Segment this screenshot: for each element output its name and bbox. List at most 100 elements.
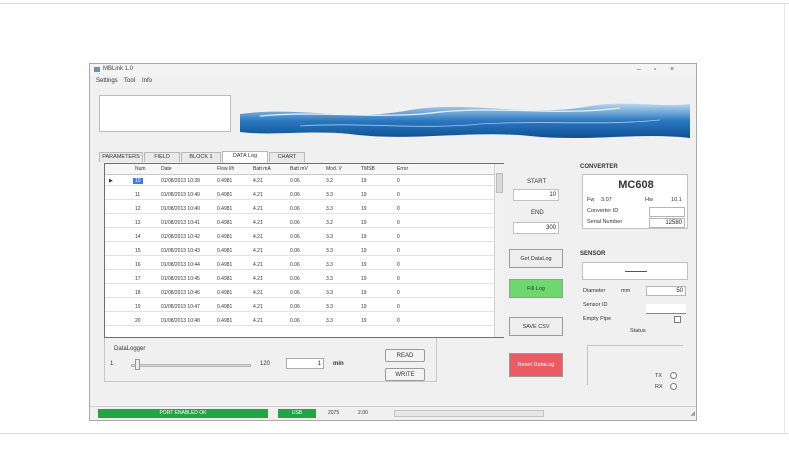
read-button[interactable]: READ bbox=[385, 349, 425, 362]
table-cell[interactable]: 0.06 bbox=[290, 276, 300, 282]
table-cell[interactable]: 19 bbox=[361, 290, 367, 296]
table-cell[interactable]: 01/08/2013 10:43 bbox=[161, 248, 200, 254]
table-cell[interactable]: 3.3 bbox=[326, 206, 333, 212]
table-row[interactable]: 13 01/08/2013 10:41 0.4981 4.21 0.06 3.2… bbox=[105, 218, 499, 228]
fill-log-button[interactable]: Fill Log bbox=[509, 279, 563, 298]
column-header[interactable]: Flow l/h bbox=[217, 166, 234, 172]
table-cell[interactable]: 01/08/2013 10:48 bbox=[161, 318, 200, 324]
table-cell[interactable]: 0.4981 bbox=[217, 290, 232, 296]
table-cell[interactable]: 01/08/2013 10:39 bbox=[161, 178, 200, 184]
table-cell[interactable]: 0.06 bbox=[290, 178, 300, 184]
table-cell[interactable]: 12 bbox=[135, 206, 141, 212]
table-cell[interactable]: 0.4981 bbox=[217, 206, 232, 212]
table-cell[interactable]: 3.3 bbox=[326, 304, 333, 310]
table-cell[interactable]: 0.06 bbox=[290, 318, 300, 324]
table-cell[interactable]: 01/08/2013 10:40 bbox=[161, 206, 200, 212]
maximize-icon[interactable]: ▫ bbox=[648, 65, 662, 74]
interval-slider[interactable] bbox=[131, 364, 251, 367]
table-cell[interactable]: 19 bbox=[361, 248, 367, 254]
table-cell[interactable]: 0.06 bbox=[290, 234, 300, 240]
table-cell[interactable]: 15 bbox=[135, 248, 141, 254]
table-cell[interactable]: 3.2 bbox=[326, 178, 333, 184]
start-input[interactable]: 10 bbox=[513, 189, 559, 201]
table-cell[interactable]: 19 bbox=[361, 206, 367, 212]
table-cell[interactable]: 20 bbox=[135, 318, 141, 324]
table-cell[interactable]: 0 bbox=[397, 304, 400, 310]
table-cell[interactable]: 3.3 bbox=[326, 290, 333, 296]
get-datalog-button[interactable]: Get DataLog bbox=[509, 249, 563, 268]
table-cell[interactable]: 19 bbox=[361, 304, 367, 310]
column-header[interactable]: Batt mV bbox=[290, 166, 308, 172]
write-button[interactable]: WRITE bbox=[385, 368, 425, 381]
table-cell[interactable]: 4.21 bbox=[253, 318, 263, 324]
tab-parameters[interactable]: PARAMETERS bbox=[99, 152, 143, 162]
rx-radio[interactable] bbox=[670, 383, 677, 390]
table-cell[interactable]: 19 bbox=[361, 192, 367, 198]
table-cell[interactable]: 01/08/2013 10:40 bbox=[161, 192, 200, 198]
table-cell[interactable]: 4.21 bbox=[253, 262, 263, 268]
table-cell[interactable]: 0.06 bbox=[290, 192, 300, 198]
datalog-table[interactable]: Num Date Flow l/h Batt mA Batt mV Mod. V… bbox=[104, 163, 504, 338]
table-row[interactable]: 11 01/08/2013 10:40 0.4981 4.21 0.06 3.3… bbox=[105, 190, 499, 200]
table-row[interactable]: 19 01/08/2013 10:47 0.4981 4.21 0.06 3.3… bbox=[105, 302, 499, 312]
table-cell[interactable]: 0.06 bbox=[290, 248, 300, 254]
menu-settings[interactable]: Settings bbox=[96, 78, 118, 84]
table-cell[interactable]: 0.06 bbox=[290, 220, 300, 226]
table-cell[interactable]: 0.06 bbox=[290, 304, 300, 310]
table-cell[interactable]: 3.2 bbox=[326, 220, 333, 226]
save-csv-button[interactable]: SAVE CSV bbox=[509, 317, 563, 336]
table-cell[interactable]: 0.4981 bbox=[217, 178, 232, 184]
interval-input[interactable]: 1 bbox=[286, 358, 324, 369]
table-cell[interactable]: 0.4981 bbox=[217, 248, 232, 254]
table-cell[interactable]: 0 bbox=[397, 192, 400, 198]
table-cell[interactable]: 01/08/2013 10:46 bbox=[161, 290, 200, 296]
table-cell[interactable]: 01/08/2013 10:45 bbox=[161, 276, 200, 282]
table-cell[interactable]: 0.4981 bbox=[217, 304, 232, 310]
table-cell[interactable]: 0 bbox=[397, 220, 400, 226]
end-input[interactable]: 300 bbox=[513, 222, 559, 234]
table-cell[interactable]: 0 bbox=[397, 206, 400, 212]
table-cell[interactable]: 0.06 bbox=[290, 290, 300, 296]
table-cell[interactable]: 4.21 bbox=[253, 192, 263, 198]
table-cell[interactable]: 0 bbox=[397, 318, 400, 324]
table-cell[interactable]: 01/08/2013 10:42 bbox=[161, 234, 200, 240]
column-header[interactable]: Batt mA bbox=[253, 166, 271, 172]
column-header[interactable]: Date bbox=[161, 166, 172, 172]
table-cell[interactable]: 3.3 bbox=[326, 262, 333, 268]
table-cell[interactable]: 17 bbox=[135, 276, 141, 282]
column-header[interactable]: TMSB bbox=[361, 166, 375, 172]
table-cell[interactable]: 13 bbox=[135, 220, 141, 226]
table-cell[interactable]: 0.06 bbox=[290, 206, 300, 212]
table-cell[interactable]: 4.21 bbox=[253, 178, 263, 184]
tx-radio[interactable] bbox=[670, 372, 677, 379]
table-cell[interactable]: 0 bbox=[397, 178, 400, 184]
table-cell[interactable]: 11 bbox=[135, 192, 140, 198]
tab-block-1[interactable]: BLOCK 1 bbox=[181, 152, 221, 162]
table-cell[interactable]: 01/08/2013 10:41 bbox=[161, 220, 200, 226]
table-cell[interactable]: 0.4981 bbox=[217, 276, 232, 282]
reset-datalog-button[interactable]: Reset DataLog bbox=[509, 353, 563, 377]
table-cell[interactable]: 4.21 bbox=[253, 248, 263, 254]
empty-pipe-checkbox[interactable] bbox=[674, 316, 681, 323]
table-cell[interactable]: 0 bbox=[397, 262, 400, 268]
table-row[interactable]: 17 01/08/2013 10:45 0.4981 4.21 0.06 3.3… bbox=[105, 274, 499, 284]
scrollbar-thumb[interactable] bbox=[496, 173, 503, 193]
table-cell[interactable]: 4.21 bbox=[253, 304, 263, 310]
resize-grip-icon[interactable]: ◢ bbox=[690, 410, 695, 417]
tab-field[interactable]: FIELD bbox=[144, 152, 180, 162]
table-row[interactable]: ▶ 10 01/08/2013 10:39 0.4981 4.21 0.06 3… bbox=[105, 176, 499, 186]
status-progress-scroll[interactable] bbox=[394, 410, 544, 417]
table-cell[interactable]: 4.21 bbox=[253, 220, 263, 226]
table-cell[interactable]: 19 bbox=[135, 304, 141, 310]
serial-number-input[interactable]: 12580 bbox=[649, 218, 685, 228]
table-cell[interactable]: 0.4981 bbox=[217, 318, 232, 324]
table-cell[interactable]: 19 bbox=[361, 234, 367, 240]
table-cell[interactable]: 19 bbox=[361, 276, 367, 282]
table-cell[interactable]: 14 bbox=[135, 234, 141, 240]
table-cell[interactable]: 01/08/2013 10:47 bbox=[161, 304, 200, 310]
table-cell[interactable]: 19 bbox=[361, 262, 367, 268]
table-row[interactable]: 16 01/08/2013 10:44 0.4981 4.21 0.06 3.3… bbox=[105, 260, 499, 270]
table-cell[interactable]: 0.06 bbox=[290, 262, 300, 268]
column-header[interactable]: Mod. V bbox=[326, 166, 342, 172]
menu-tool[interactable]: Tool bbox=[124, 78, 135, 84]
